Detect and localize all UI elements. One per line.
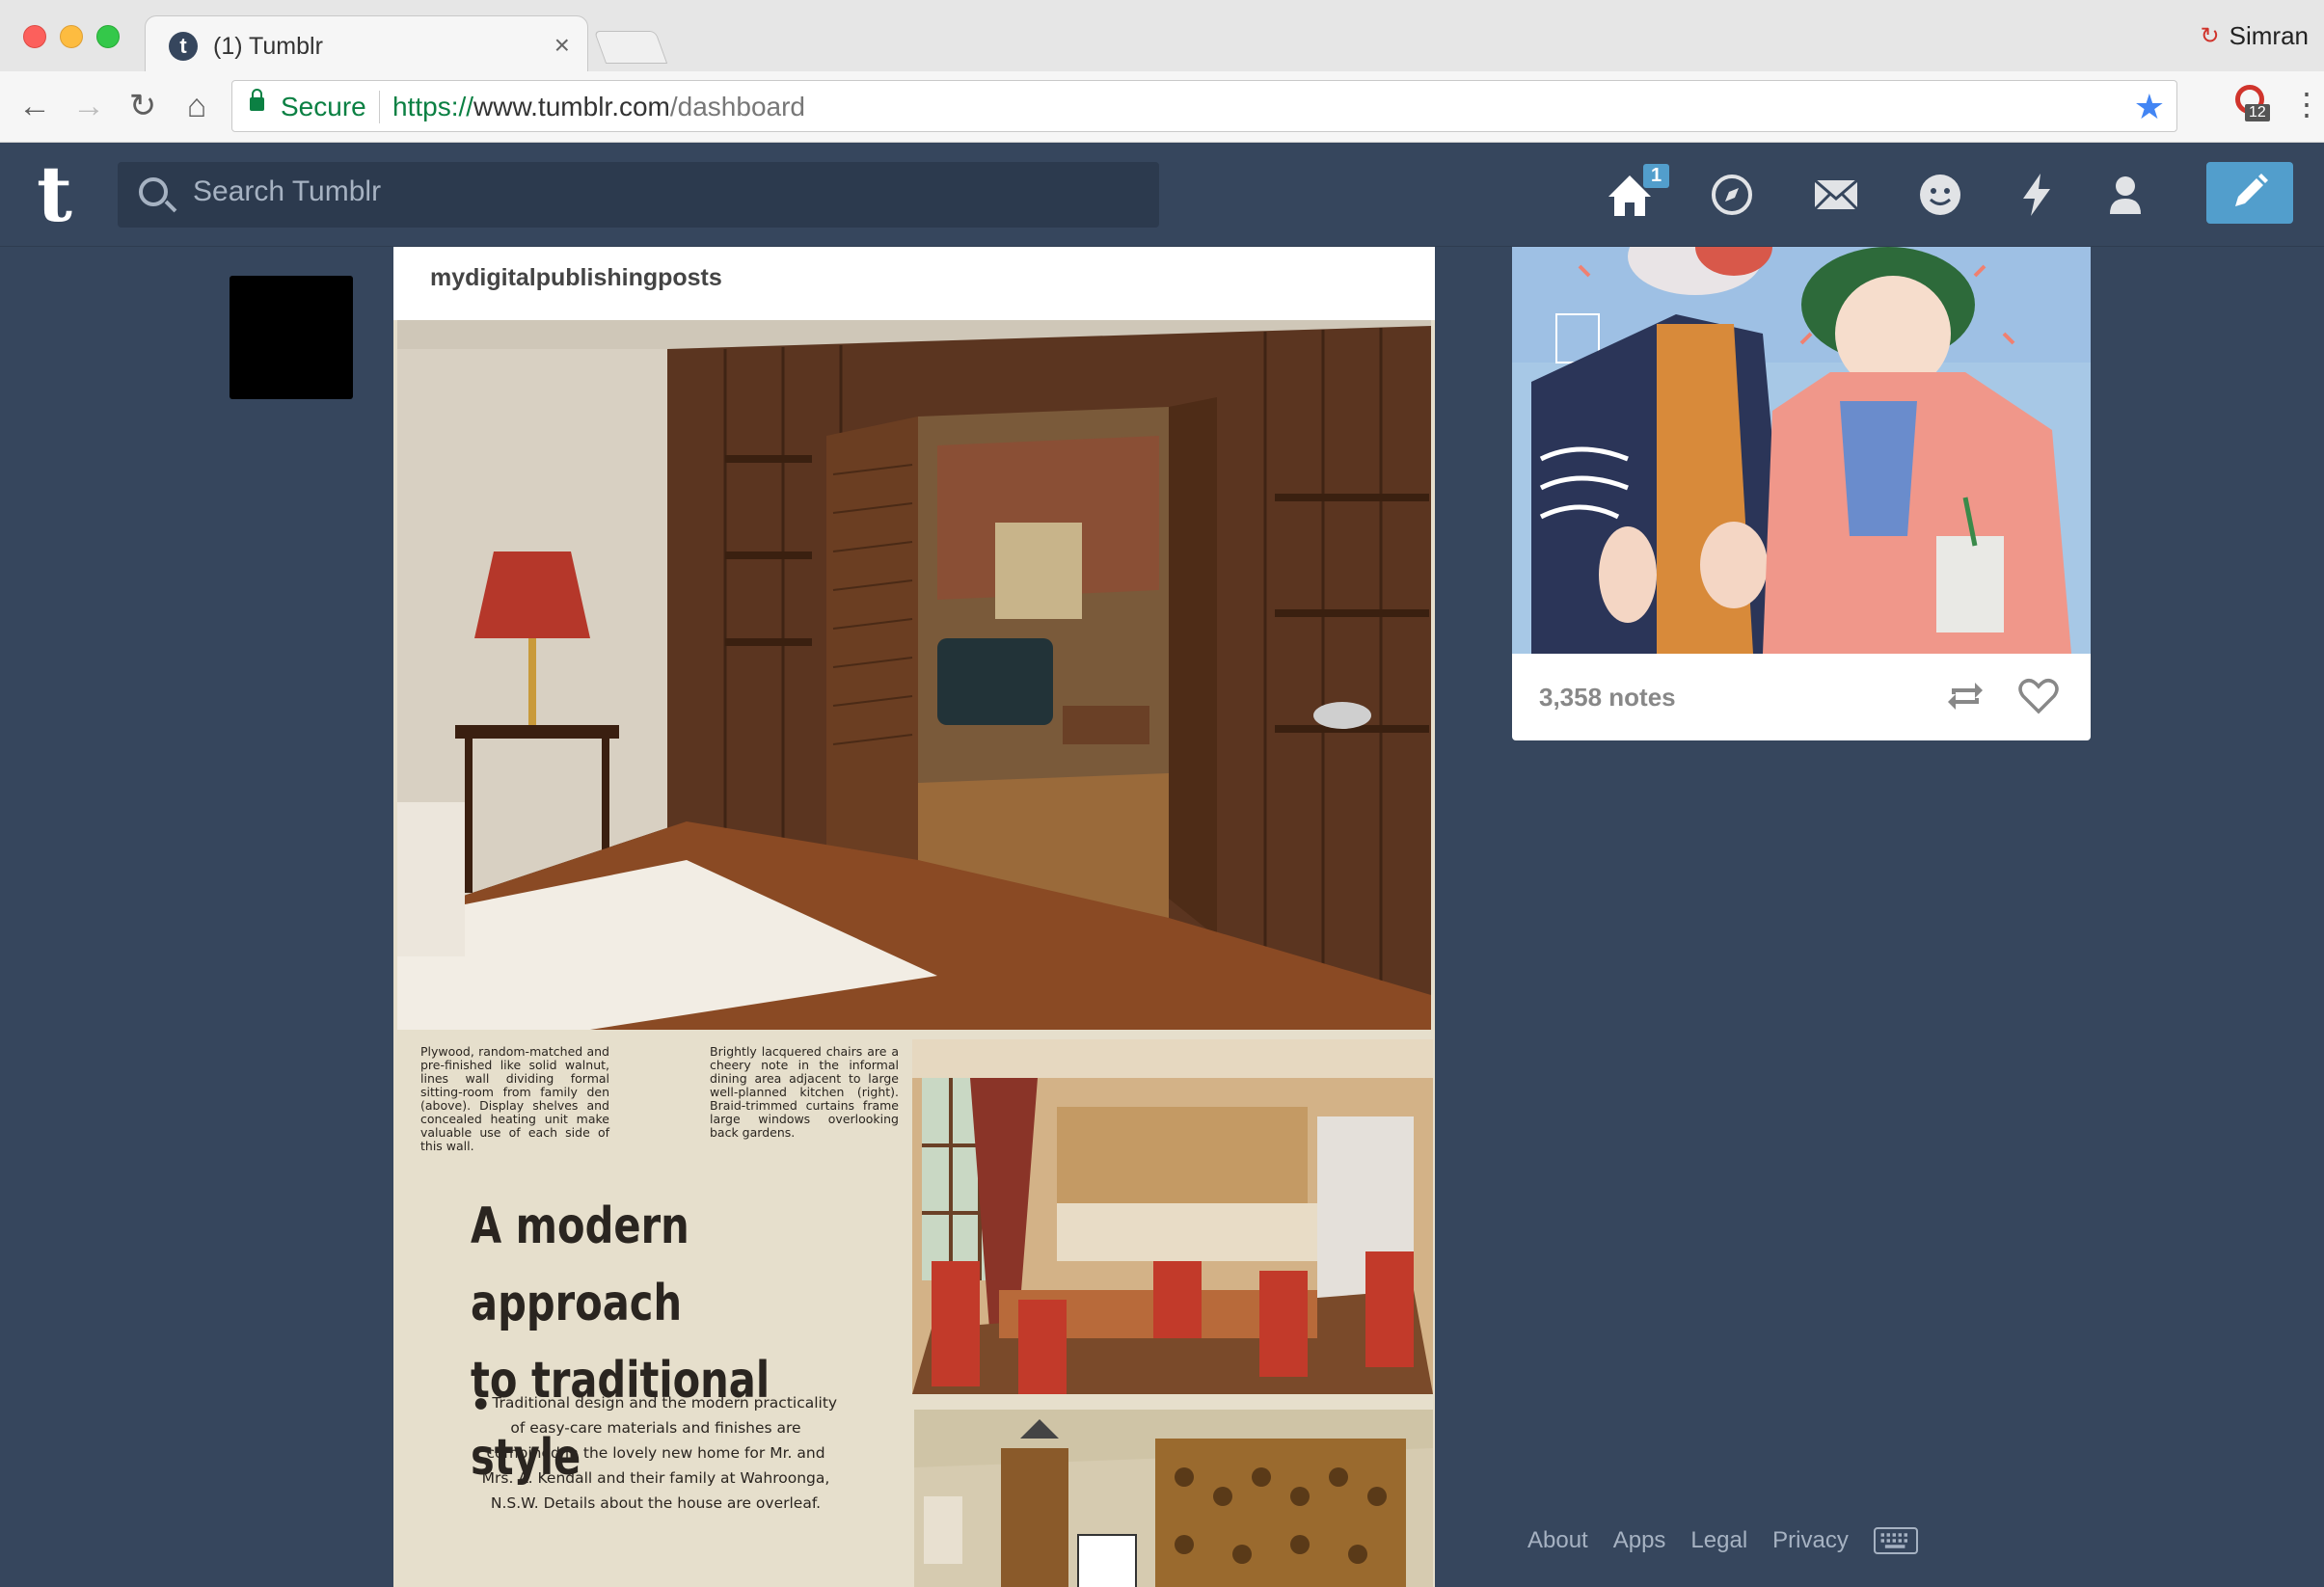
new-tab-button[interactable] bbox=[593, 31, 668, 64]
search-icon bbox=[139, 177, 168, 206]
extension-button[interactable]: 12 bbox=[2235, 85, 2270, 123]
address-bar[interactable]: Secure https://www.tumblr.com/dashboard … bbox=[231, 80, 2177, 132]
profile-name: Simran bbox=[2229, 21, 2309, 50]
explore-icon[interactable] bbox=[1707, 170, 1757, 220]
sync-error-icon: ↻ bbox=[2200, 23, 2220, 49]
search-bar[interactable] bbox=[118, 162, 1159, 228]
extension-badge: 12 bbox=[2245, 104, 2270, 121]
activity-icon[interactable] bbox=[2012, 170, 2062, 220]
post-header: mydigitalpublishingposts bbox=[393, 247, 1435, 320]
footer-link-legal[interactable]: Legal bbox=[1690, 1527, 1747, 1554]
tumblr-favicon-icon: t bbox=[169, 32, 198, 61]
tab-title: (1) Tumblr bbox=[213, 33, 323, 60]
footer-link-apps[interactable]: Apps bbox=[1613, 1527, 1666, 1554]
footer-link-privacy[interactable]: Privacy bbox=[1772, 1527, 1849, 1554]
dashboard-post: mydigitalpublishingposts Plywood, random… bbox=[393, 247, 1435, 1587]
heart-icon[interactable] bbox=[2017, 675, 2060, 717]
home-page-icon[interactable]: ⌂ bbox=[177, 87, 216, 125]
reblog-icon[interactable] bbox=[1944, 675, 1986, 717]
tumblr-header: t 1 bbox=[0, 143, 2324, 247]
browser-tab-tumblr[interactable]: t (1) Tumblr × bbox=[145, 15, 588, 71]
sidebar-post-footer: 3,358 notes bbox=[1512, 654, 2091, 740]
messaging-icon[interactable] bbox=[1915, 170, 1965, 220]
home-notification-badge: 1 bbox=[1643, 164, 1670, 188]
url-separator bbox=[379, 91, 380, 123]
illustration-photo[interactable] bbox=[1512, 247, 2091, 654]
tumblr-logo[interactable]: t bbox=[37, 155, 72, 232]
compose-button[interactable] bbox=[2206, 162, 2293, 224]
footer-links: About Apps Legal Privacy bbox=[1527, 1527, 1918, 1554]
magazine-caption-left: Plywood, random-matched and pre-finished… bbox=[420, 1044, 609, 1153]
magazine-headline-line1: A modern approach bbox=[471, 1197, 689, 1332]
account-icon[interactable] bbox=[2100, 170, 2150, 220]
browser-toolbar: ← → ↻ ⌂ Secure https://www.tumblr.com/da… bbox=[0, 71, 2324, 143]
back-arrow-icon[interactable]: ← bbox=[15, 87, 54, 125]
reload-icon[interactable]: ↻ bbox=[123, 87, 162, 125]
tab-close-button[interactable]: × bbox=[554, 30, 570, 61]
bookmark-star-icon[interactable]: ★ bbox=[2134, 87, 2165, 127]
browser-tab-bar: t (1) Tumblr × ↻ Simran bbox=[0, 0, 2324, 71]
sidebar-post: 3,358 notes bbox=[1512, 247, 2091, 740]
blog-avatar[interactable] bbox=[230, 276, 353, 399]
magazine-caption-right: Brightly lacquered chairs are a cheery n… bbox=[710, 1044, 899, 1140]
lock-icon bbox=[250, 89, 264, 111]
window-close-button[interactable] bbox=[23, 25, 46, 48]
footer-link-about[interactable]: About bbox=[1527, 1527, 1588, 1554]
keyboard-shortcuts-icon[interactable] bbox=[1873, 1527, 1918, 1554]
profile-button[interactable]: ↻ Simran bbox=[2201, 21, 2309, 51]
pencil-icon bbox=[2235, 174, 2268, 206]
url-host: www.tumblr.com bbox=[473, 92, 670, 121]
notes-count[interactable]: 3,358 notes bbox=[1539, 683, 1676, 713]
kitchen-photo bbox=[912, 1039, 1433, 1394]
post-photo-magazine-page[interactable]: Plywood, random-matched and pre-finished… bbox=[393, 320, 1435, 1587]
post-blog-name[interactable]: mydigitalpublishingposts bbox=[430, 264, 722, 291]
secure-label: Secure bbox=[281, 92, 366, 121]
browser-menu-icon[interactable]: ⋮ bbox=[2291, 89, 2322, 120]
dining-room-photo bbox=[914, 1410, 1433, 1587]
url-scheme: https:// bbox=[392, 92, 474, 121]
room-photo bbox=[397, 320, 1431, 1030]
window-minimize-button[interactable] bbox=[60, 25, 83, 48]
url-text[interactable]: https://www.tumblr.com/dashboard bbox=[392, 92, 805, 122]
forward-arrow-icon[interactable]: → bbox=[69, 87, 108, 125]
window-zoom-button[interactable] bbox=[96, 25, 120, 48]
magazine-body-text: ● Traditional design and the modern prac… bbox=[473, 1394, 838, 1512]
search-input[interactable] bbox=[193, 175, 1061, 208]
inbox-icon[interactable] bbox=[1811, 170, 1861, 220]
url-path: /dashboard bbox=[669, 92, 805, 121]
